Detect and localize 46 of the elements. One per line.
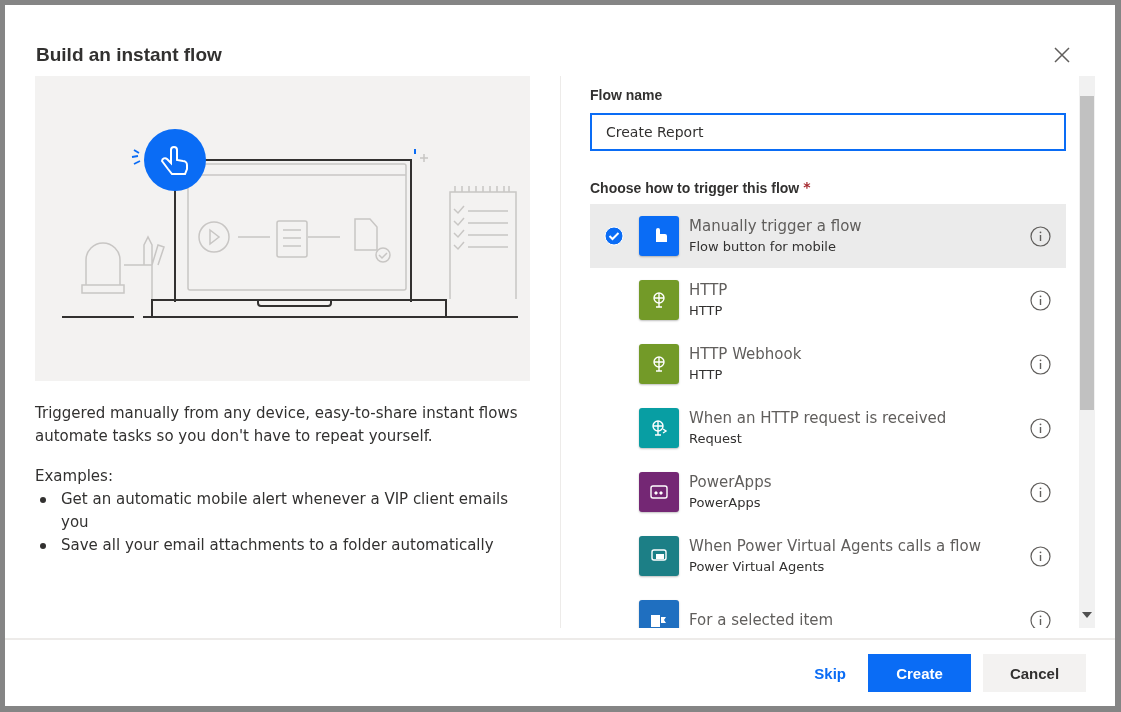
examples-label: Examples: [35, 466, 114, 487]
flow-name-label: Flow name [590, 86, 664, 104]
trigger-title: HTTP Webhook [689, 344, 803, 365]
trigger-subtitle: HTTP [689, 302, 724, 320]
trigger-option[interactable]: When an HTTP request is received Request [590, 396, 1066, 460]
example-text: Get an automatic mobile alert whenever a VIP client emails you [61, 489, 510, 533]
trigger-option[interactable]: HTTP Webhook HTTP [590, 332, 1066, 396]
trigger-subtitle: HTTP [689, 366, 724, 384]
trigger-subtitle: PowerApps [689, 494, 762, 512]
trigger-title: For a selected item [689, 610, 835, 628]
info-icon[interactable] [1030, 481, 1051, 503]
trigger-title: When an HTTP request is received [689, 408, 948, 429]
trigger-title: Manually trigger a flow [689, 216, 863, 237]
trigger-subtitle: Flow button for mobile [689, 238, 837, 256]
trigger-label: Choose how to trigger this flow [590, 179, 800, 197]
info-icon[interactable] [1030, 417, 1051, 439]
example-text: Save all your email attachments to a folder automatically [61, 535, 494, 556]
info-icon[interactable] [1030, 225, 1051, 247]
bullet-icon [40, 497, 46, 503]
dialog-title: Build an instant flow [36, 44, 222, 66]
info-icon[interactable] [1030, 353, 1051, 375]
scroll-down-icon[interactable] [1082, 612, 1092, 618]
trigger-option[interactable]: HTTP HTTP [590, 268, 1066, 332]
trigger-title: HTTP [689, 280, 729, 301]
trigger-option[interactable]: For a selected item [590, 588, 1066, 628]
trigger-title: PowerApps [689, 472, 773, 493]
required-mark: * [803, 179, 811, 197]
trigger-option[interactable]: When Power Virtual Agents calls a flow Power Virtual Agents [590, 524, 1066, 588]
trigger-option[interactable]: Manually trigger a flow Flow button for mobile [590, 204, 1066, 268]
trigger-option[interactable]: PowerApps PowerApps [590, 460, 1066, 524]
info-icon[interactable] [1030, 609, 1051, 628]
close-icon [1053, 46, 1071, 64]
create-button[interactable]: Create [868, 654, 971, 692]
scroll-thumb[interactable] [1080, 96, 1094, 410]
info-icon[interactable] [1030, 289, 1051, 311]
bullet-icon [40, 543, 46, 549]
scrollbar[interactable] [1079, 76, 1095, 628]
trigger-subtitle: Power Virtual Agents [689, 558, 826, 576]
trigger-subtitle: Request [689, 430, 743, 448]
description-text: Triggered manually from any device, easy-to-share instant flows automate tasks so you don't have to repeat yourself. [35, 403, 519, 447]
check-circle-icon [604, 226, 624, 246]
skip-link[interactable]: Skip [804, 654, 856, 692]
trigger-title: When Power Virtual Agents calls a flow [689, 536, 982, 557]
flow-name-field[interactable]: Create Report [590, 113, 1066, 151]
info-icon[interactable] [1030, 545, 1051, 567]
cancel-button[interactable]: Cancel [983, 654, 1086, 692]
